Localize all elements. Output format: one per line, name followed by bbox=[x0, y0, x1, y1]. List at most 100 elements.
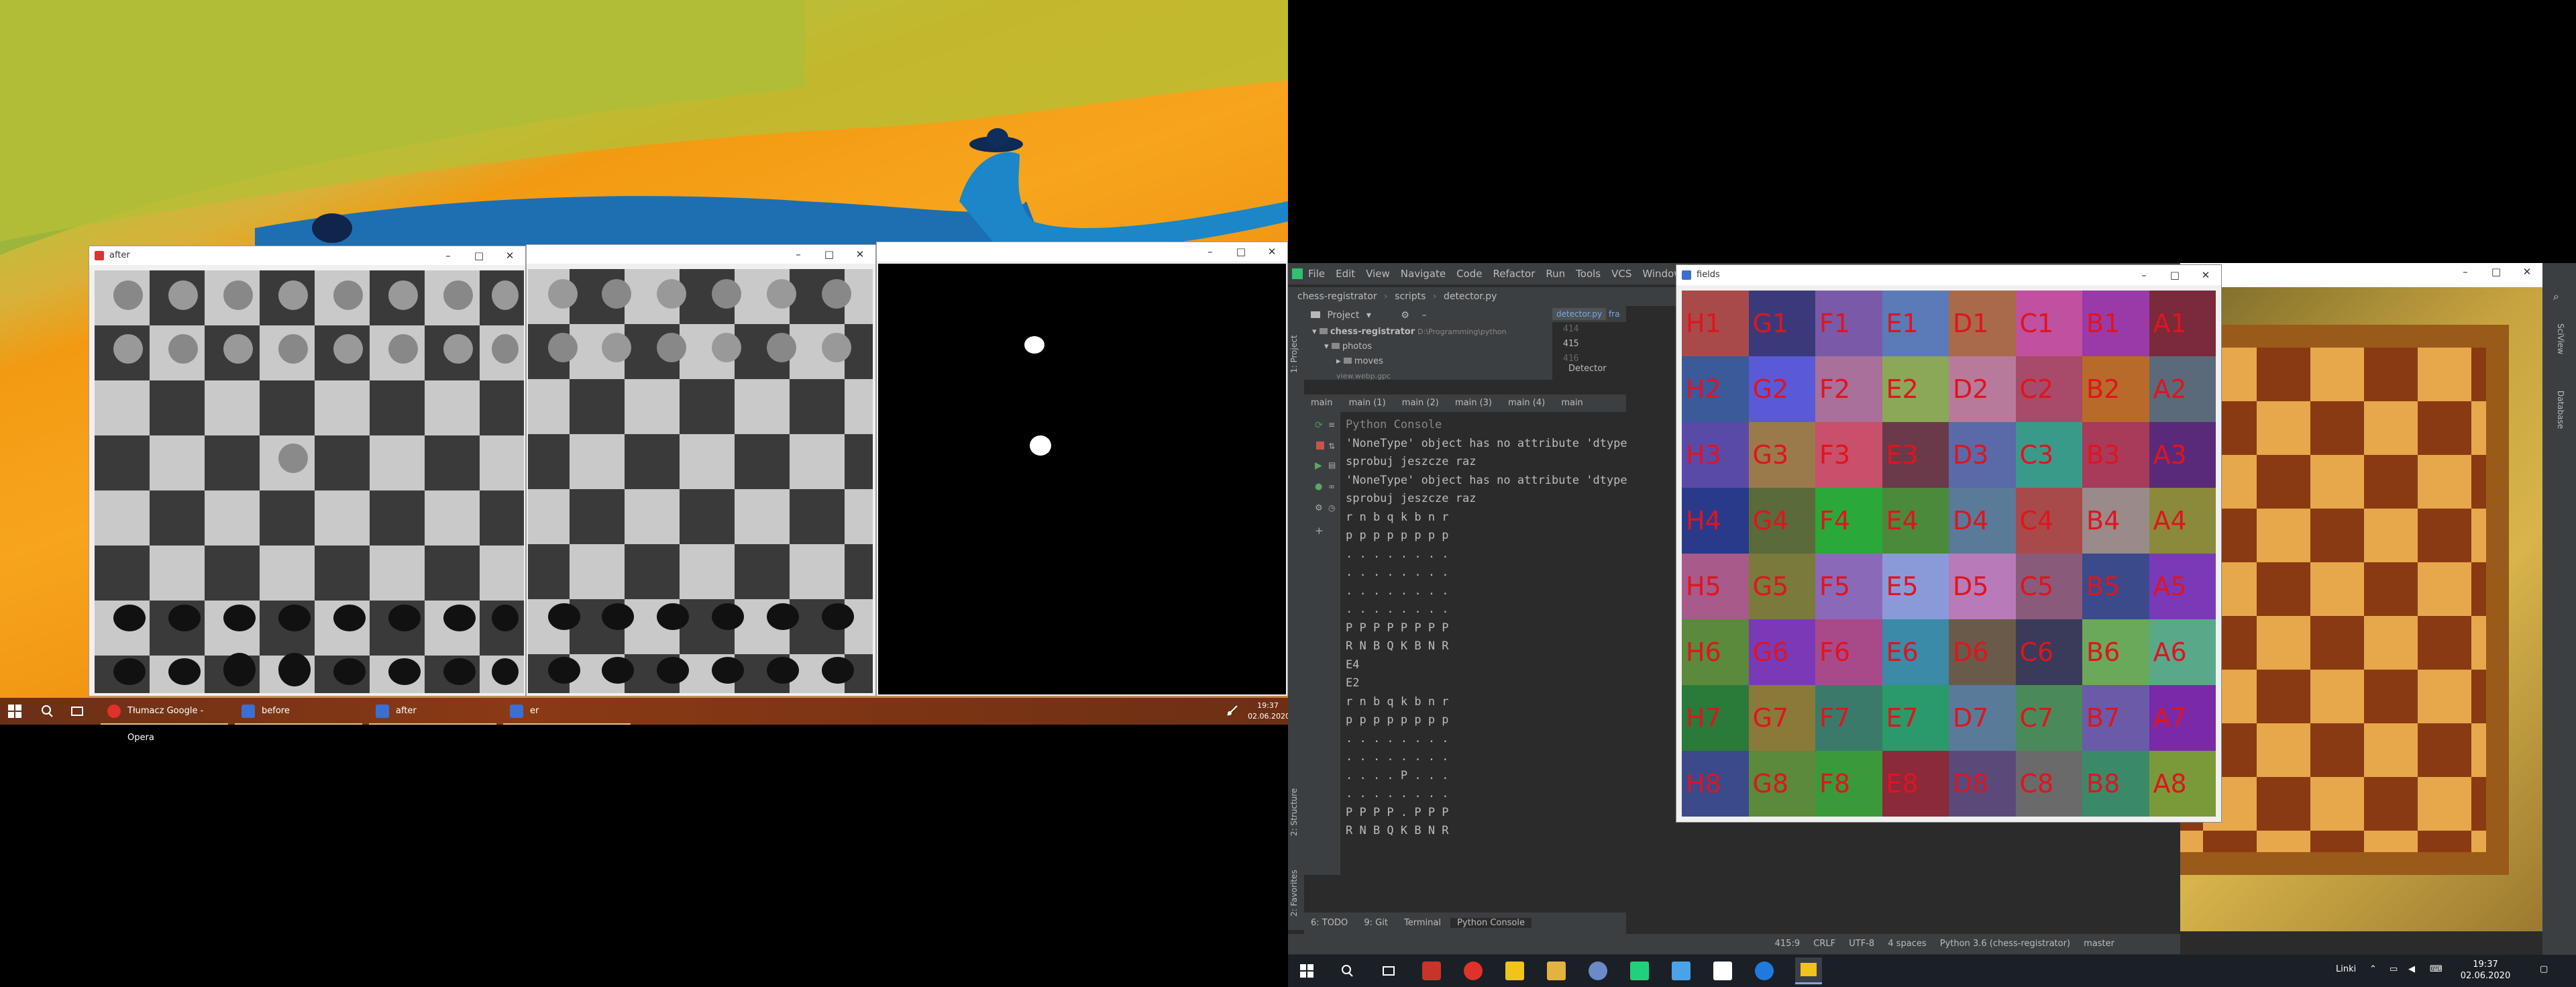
task-view-icon[interactable] bbox=[1382, 964, 1395, 980]
soft-wrap-icon[interactable]: ⇅ bbox=[1328, 441, 1335, 451]
chevron-up-icon[interactable]: ⌃ bbox=[2369, 964, 2377, 974]
rerun-icon[interactable]: ⟳ bbox=[1315, 420, 1323, 431]
menu-run[interactable]: Run bbox=[1540, 268, 1570, 280]
minimize-button[interactable]: – bbox=[433, 246, 464, 265]
sticky-notes-icon[interactable] bbox=[1505, 962, 1524, 980]
file-explorer-icon[interactable] bbox=[1547, 962, 1566, 980]
close-button[interactable]: ✕ bbox=[2512, 266, 2542, 284]
windows-start-icon[interactable] bbox=[1300, 964, 1313, 980]
database-tool-tab[interactable]: Database bbox=[2552, 391, 2565, 451]
opera-icon[interactable] bbox=[1464, 962, 1483, 980]
maximize-button[interactable]: □ bbox=[2159, 265, 2190, 285]
sciview-tool-tab[interactable]: SciView bbox=[2552, 323, 2565, 384]
project-selector[interactable]: Project bbox=[1327, 310, 1359, 321]
debug-icon[interactable]: ● bbox=[1315, 482, 1322, 492]
status-line-separator[interactable]: CRLF bbox=[1808, 939, 1841, 949]
camera-window-titlebar[interactable]: – □ ✕ bbox=[2180, 263, 2542, 287]
photos-icon[interactable] bbox=[1589, 962, 1607, 980]
add-icon[interactable]: + bbox=[1315, 525, 1324, 537]
network-icon[interactable] bbox=[1226, 705, 1238, 717]
run-tab[interactable]: main (4) bbox=[1501, 398, 1552, 408]
breadcrumb-file[interactable]: detector.py bbox=[1444, 291, 1497, 302]
er-window-titlebar[interactable]: – □ ✕ bbox=[877, 242, 1287, 261]
windows-start-icon[interactable] bbox=[8, 705, 21, 718]
maximize-button[interactable]: □ bbox=[464, 246, 494, 265]
run-tab[interactable]: main bbox=[1304, 398, 1339, 408]
er-window[interactable]: – □ ✕ bbox=[876, 242, 1288, 696]
maximize-button[interactable]: □ bbox=[2481, 266, 2512, 284]
taskbar-item-after[interactable]: after bbox=[369, 698, 496, 725]
collapse-icon[interactable]: – bbox=[1421, 310, 1426, 321]
project-tool-tab[interactable]: 1: Project bbox=[1289, 313, 1303, 373]
search-icon[interactable] bbox=[40, 705, 54, 718]
active-window-button[interactable] bbox=[1795, 957, 1822, 984]
status-interpreter[interactable]: Python 3.6 (chess-registrator) bbox=[1935, 939, 2076, 949]
menu-tools[interactable]: Tools bbox=[1570, 268, 1606, 280]
status-branch[interactable]: master bbox=[2078, 939, 2120, 949]
maximize-button[interactable]: □ bbox=[1226, 242, 1256, 261]
git-tab[interactable]: 9: Git bbox=[1357, 918, 1395, 928]
minimize-button[interactable]: – bbox=[2129, 265, 2159, 285]
after-window-titlebar[interactable]: after – □ ✕ bbox=[89, 246, 525, 265]
gear-icon[interactable]: ⚙ bbox=[1401, 310, 1409, 321]
menu-refactor[interactable]: Refactor bbox=[1487, 268, 1540, 280]
before-window[interactable]: – □ ✕ bbox=[526, 244, 876, 696]
keyboard-icon[interactable]: ⌨ bbox=[2430, 964, 2443, 974]
run-icon[interactable]: ▶ bbox=[1315, 460, 1322, 471]
history-icon[interactable]: ◷ bbox=[1328, 503, 1335, 513]
editor-tab-detector[interactable]: detector.py bbox=[1552, 308, 1607, 320]
close-button[interactable]: ✕ bbox=[494, 246, 525, 265]
app-icon[interactable] bbox=[1713, 962, 1732, 980]
status-indent[interactable]: 4 spaces bbox=[1882, 939, 1931, 949]
close-button[interactable]: ✕ bbox=[845, 245, 875, 264]
settings-icon[interactable]: ⚙ bbox=[1315, 503, 1323, 513]
search-icon[interactable]: ⌕ bbox=[2553, 290, 2559, 303]
breadcrumb-project[interactable]: chess-registrator bbox=[1297, 291, 1377, 302]
menu-file[interactable]: File bbox=[1303, 268, 1330, 280]
python-icon[interactable] bbox=[1672, 962, 1690, 980]
favorites-tool-tab[interactable]: 2: Favorites bbox=[1289, 856, 1303, 917]
python-console-output[interactable]: Python Console 'NoneType' object has no … bbox=[1346, 416, 1627, 872]
right-clock[interactable]: 19:37 02.06.2020 bbox=[2455, 959, 2516, 982]
edge-icon[interactable] bbox=[1755, 962, 1774, 980]
language-indicator[interactable]: Linki bbox=[2336, 964, 2356, 974]
pycharm-icon[interactable] bbox=[1630, 962, 1649, 980]
terminal-tab[interactable]: Terminal bbox=[1397, 918, 1448, 928]
after-window[interactable]: after – □ ✕ bbox=[89, 246, 526, 696]
status-encoding[interactable]: UTF-8 bbox=[1843, 939, 1880, 949]
fields-window[interactable]: fields – □ ✕ H1 G1 F1 E1 D1 C1 B1 A1 H2 G2 F2 E2 D2 C… bbox=[1676, 264, 2222, 823]
run-tab[interactable]: main (3) bbox=[1448, 398, 1499, 408]
tree-item-moves[interactable]: ▸ moves bbox=[1312, 354, 1552, 369]
python-console-tab[interactable]: Python Console bbox=[1450, 918, 1532, 928]
camera-window[interactable]: – □ ✕ bbox=[2073, 263, 2542, 955]
before-window-titlebar[interactable]: – □ ✕ bbox=[527, 245, 875, 264]
fields-window-titlebar[interactable]: fields – □ ✕ bbox=[1676, 265, 2221, 285]
run-tab[interactable]: main (1) bbox=[1342, 398, 1393, 408]
minimize-button[interactable]: – bbox=[783, 245, 814, 264]
stop-icon[interactable] bbox=[1316, 441, 1324, 450]
close-button[interactable]: ✕ bbox=[2190, 265, 2221, 285]
minimize-button[interactable]: – bbox=[1195, 242, 1226, 261]
taskbar-item-opera[interactable]: Tłumacz Google - Opera bbox=[101, 698, 228, 743]
editor-crumb[interactable]: Detector bbox=[1568, 364, 1607, 374]
taskbar-item-er[interactable]: er bbox=[503, 698, 631, 725]
editor-tab-fra[interactable]: fra bbox=[1609, 309, 1620, 319]
variables-icon[interactable]: ∞ bbox=[1328, 482, 1335, 491]
structure-tool-tab[interactable]: 2: Structure bbox=[1289, 776, 1303, 836]
menu-navigate[interactable]: Navigate bbox=[1395, 268, 1451, 280]
app-launcher-icon[interactable] bbox=[1422, 962, 1441, 980]
todo-tab[interactable]: 6: TODO bbox=[1304, 918, 1354, 928]
volume-icon[interactable]: ◀ bbox=[2408, 964, 2415, 974]
notification-icon[interactable]: ▢ bbox=[2540, 964, 2548, 974]
menu-view[interactable]: View bbox=[1360, 268, 1395, 280]
taskbar-item-before[interactable]: before bbox=[235, 698, 362, 725]
left-clock[interactable]: 19:37 02.06.2020 bbox=[1248, 700, 1290, 722]
maximize-button[interactable]: □ bbox=[814, 245, 845, 264]
search-icon[interactable] bbox=[1340, 964, 1354, 980]
close-button[interactable]: ✕ bbox=[1256, 242, 1287, 261]
console-list-icon[interactable]: ≡ bbox=[1328, 420, 1335, 429]
run-tab[interactable]: main bbox=[1554, 398, 1589, 408]
status-position[interactable]: 415:9 bbox=[1770, 939, 1805, 949]
tree-item-photos[interactable]: ▾ photos bbox=[1312, 340, 1552, 354]
menu-edit[interactable]: Edit bbox=[1330, 268, 1360, 280]
